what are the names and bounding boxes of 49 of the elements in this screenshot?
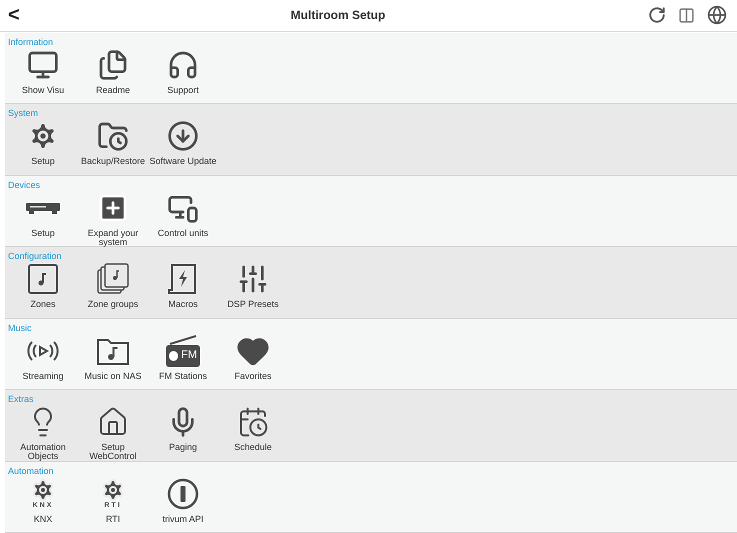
- page-title: Multiroom Setup: [290, 7, 386, 24]
- menu-item[interactable]: Setup: [8, 118, 78, 175]
- api-circle-icon: [167, 478, 199, 510]
- back-button[interactable]: <: [8, 5, 28, 26]
- monitor-icon: [27, 48, 59, 80]
- folder-clock-icon: [97, 120, 129, 152]
- menu-item[interactable]: Control units: [148, 190, 218, 246]
- menu-item[interactable]: trivum API: [148, 476, 218, 532]
- calendar-clock-icon: [237, 406, 269, 438]
- section-title: Music: [7, 322, 33, 332]
- menu-item[interactable]: Support: [148, 46, 218, 104]
- menu-item[interactable]: Expand your system: [78, 190, 148, 246]
- refresh-icon[interactable]: [648, 6, 666, 24]
- section-title: Extras: [7, 393, 35, 404]
- document-icon: [97, 48, 129, 80]
- menu-item[interactable]: Automation Objects: [8, 404, 78, 461]
- menu-item[interactable]: FM FM Stations: [148, 332, 218, 390]
- globe-icon[interactable]: [707, 5, 727, 26]
- section-title: Information: [7, 36, 54, 46]
- stacked-music-squares-icon: [97, 263, 129, 295]
- router-icon: [26, 200, 60, 214]
- section-title: Configuration: [7, 250, 63, 261]
- menu-item[interactable]: Music on NAS: [78, 332, 148, 390]
- menu-item[interactable]: Show Visu: [8, 46, 78, 104]
- script-lightning-icon: [167, 263, 199, 295]
- streaming-icon: [25, 338, 61, 362]
- section-title: Devices: [7, 178, 42, 190]
- menu-item[interactable]: Readme: [78, 46, 148, 104]
- plus-square-icon: [97, 192, 129, 224]
- menu-item[interactable]: Macros: [148, 261, 218, 318]
- menu-item[interactable]: Favorites: [218, 332, 288, 390]
- menu-item[interactable]: Zones: [8, 261, 78, 318]
- menu-item[interactable]: Software Update: [148, 118, 218, 175]
- panel-icon[interactable]: [678, 6, 695, 24]
- menu-item[interactable]: Setup: [8, 190, 78, 246]
- menu-item[interactable]: Streaming: [8, 332, 78, 390]
- menu-item[interactable]: Schedule: [218, 404, 288, 461]
- menu-item[interactable]: Paging: [148, 404, 218, 461]
- download-circle-icon: [167, 120, 199, 152]
- menu-item[interactable]: DSP Presets: [218, 261, 288, 318]
- section-title: System: [7, 107, 40, 118]
- menu-item[interactable]: Zone groups: [78, 261, 148, 318]
- sliders-icon: [237, 263, 269, 295]
- section-title: Automation: [7, 464, 55, 476]
- menu-item[interactable]: Backup/Restore: [78, 118, 148, 175]
- music-note-square-icon: [28, 264, 58, 294]
- house-icon: [97, 406, 129, 438]
- headset-icon: [167, 48, 199, 80]
- menu-item[interactable]: Setup WebControl: [78, 404, 148, 461]
